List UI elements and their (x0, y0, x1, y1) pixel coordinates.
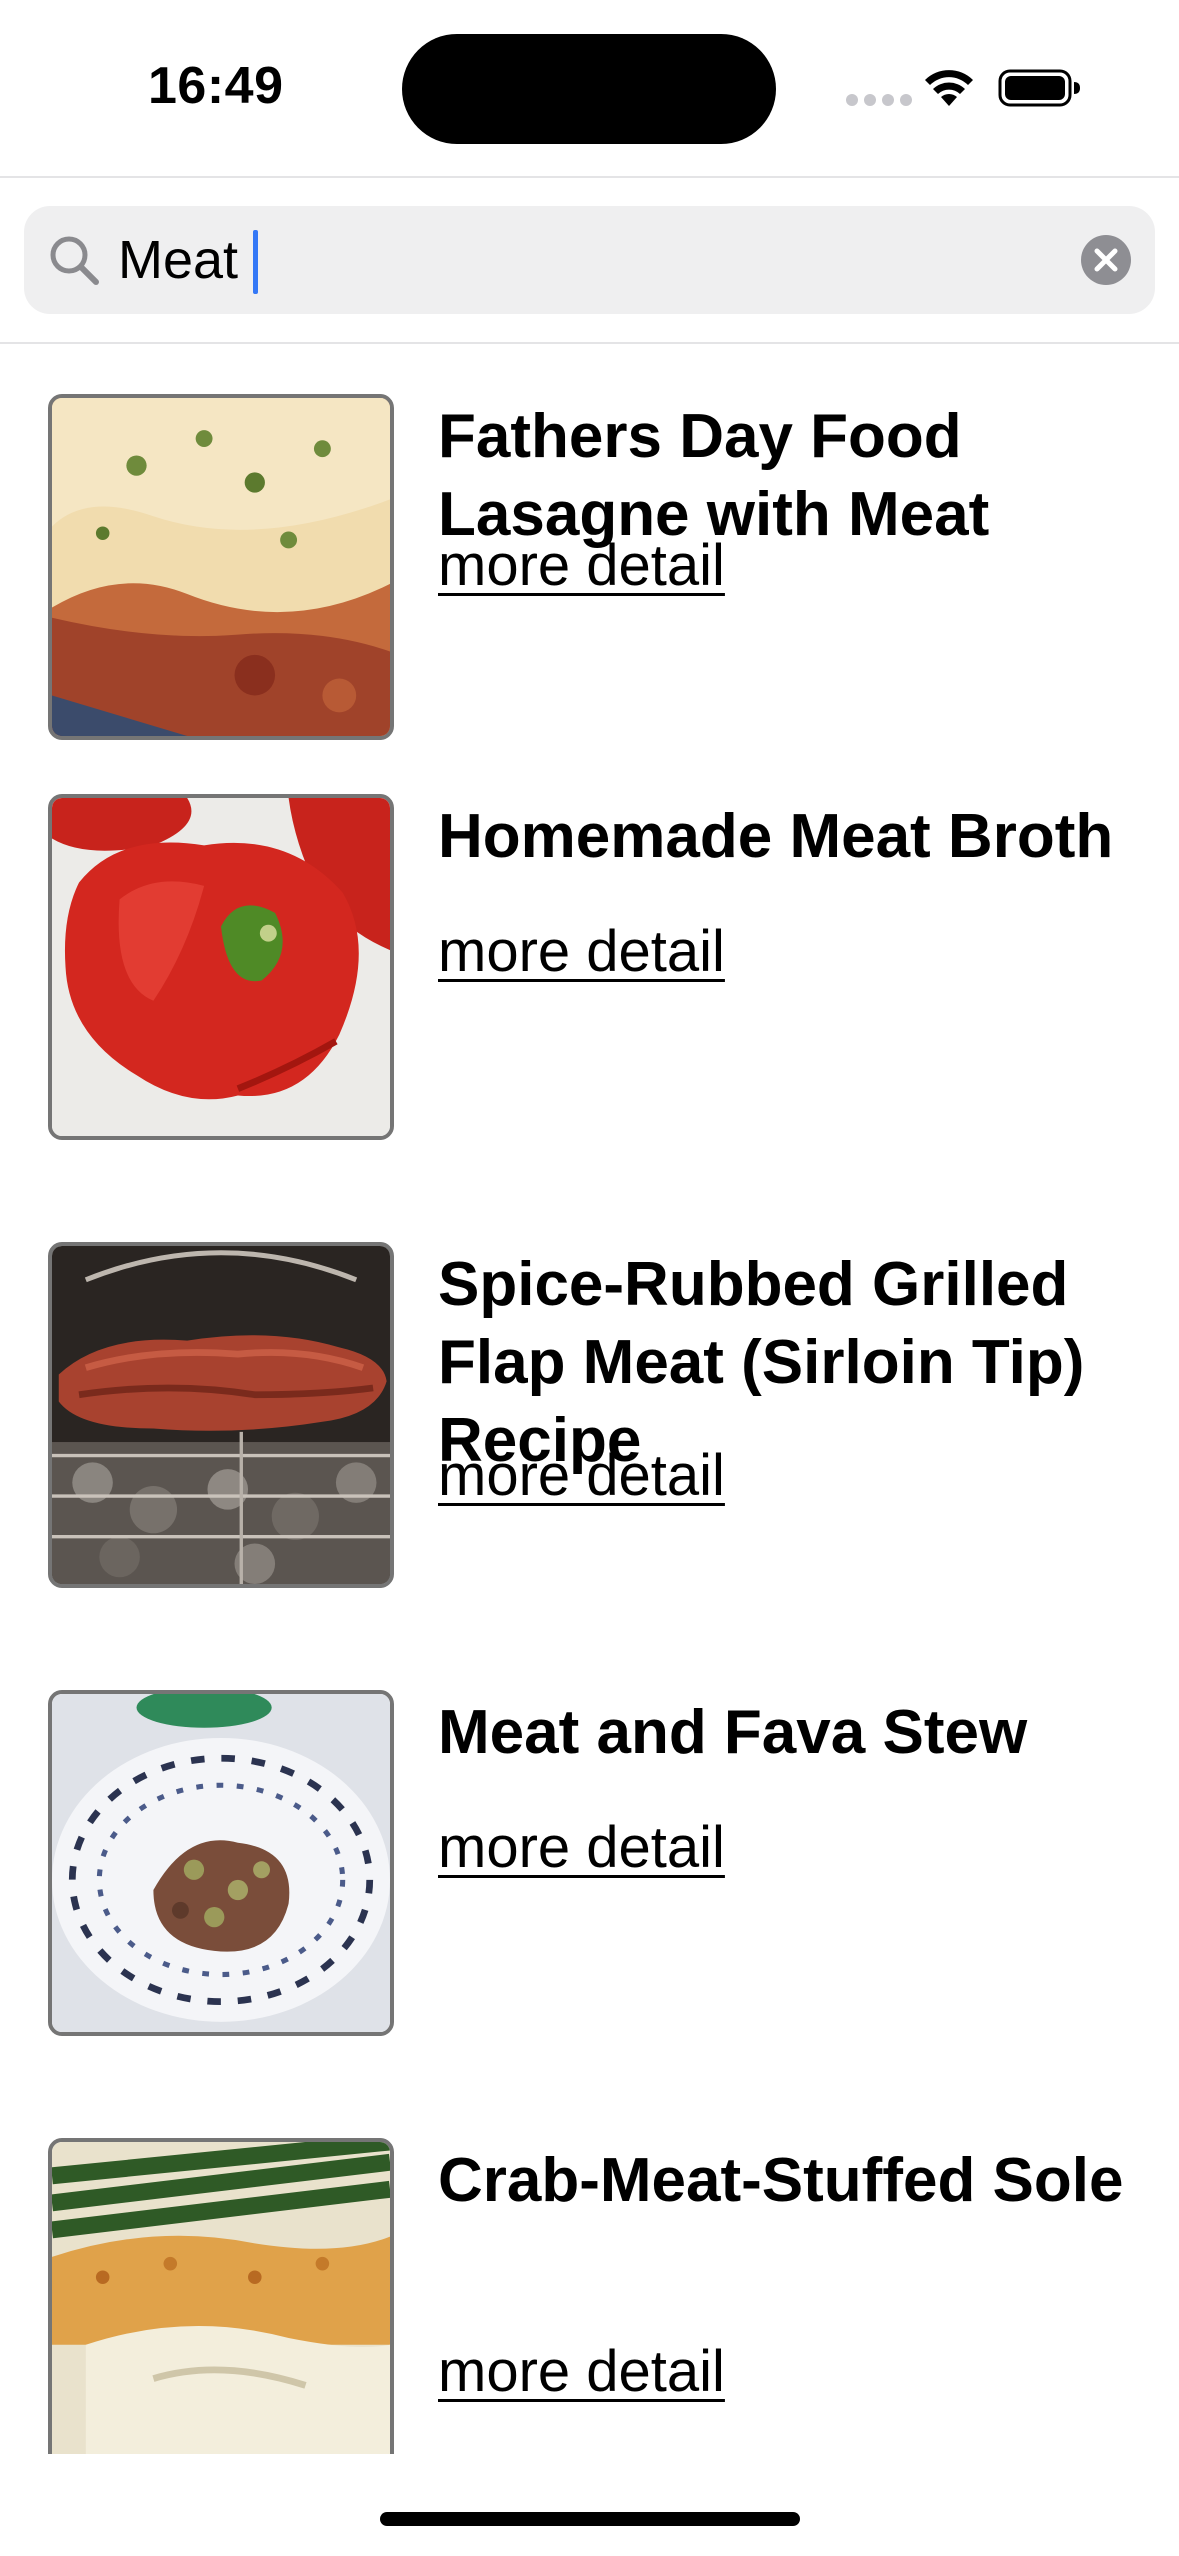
status-time: 16:49 (148, 57, 284, 115)
grilled-meat-thumbnail (48, 1242, 394, 1588)
list-item[interactable]: Homemade Meat Broth more detail (0, 794, 1179, 1154)
list-item[interactable]: Spice-Rubbed Grilled Flap Meat (Sirloin … (0, 1242, 1179, 1602)
results-list[interactable]: Fathers Day Food Lasagne with Meat more … (0, 346, 1179, 2454)
list-item[interactable]: Crab-Meat-Stuffed Sole more detail (0, 2138, 1179, 2454)
search-divider (0, 342, 1179, 344)
list-item[interactable]: Fathers Day Food Lasagne with Meat more … (0, 346, 1179, 740)
more-detail-link[interactable]: more detail (438, 918, 725, 985)
list-item[interactable]: Meat and Fava Stew more detail (0, 1690, 1179, 2050)
battery-icon (998, 69, 1080, 107)
stuffed-sole-thumbnail (48, 2138, 394, 2454)
text-caret (253, 230, 258, 294)
recipe-title: Meat and Fava Stew (438, 1698, 1028, 1767)
more-detail-link[interactable]: more detail (438, 1442, 725, 1509)
more-detail-link[interactable]: more detail (438, 1814, 725, 1881)
clear-circle-icon[interactable] (1080, 234, 1132, 286)
magnifier-icon (50, 236, 99, 285)
recipe-title: Fathers Day Food Lasagne with Meat (438, 402, 990, 549)
dynamic-island (402, 34, 776, 144)
recipe-title: Crab-Meat-Stuffed Sole (438, 2146, 1124, 2215)
more-detail-link[interactable]: more detail (438, 532, 725, 599)
lasagne-thumbnail (48, 394, 394, 740)
home-indicator[interactable] (380, 2512, 800, 2526)
recipe-title: Homemade Meat Broth (438, 802, 1114, 871)
red-pepper-thumbnail (48, 794, 394, 1140)
header-divider (0, 176, 1179, 178)
status-bar: 16:49 (0, 0, 1179, 176)
stew-plate-thumbnail (48, 1690, 394, 2036)
more-detail-link[interactable]: more detail (438, 2338, 725, 2405)
wifi-icon (925, 70, 973, 106)
cellular-signal-icon (846, 94, 912, 106)
search-bar[interactable] (24, 206, 1155, 314)
